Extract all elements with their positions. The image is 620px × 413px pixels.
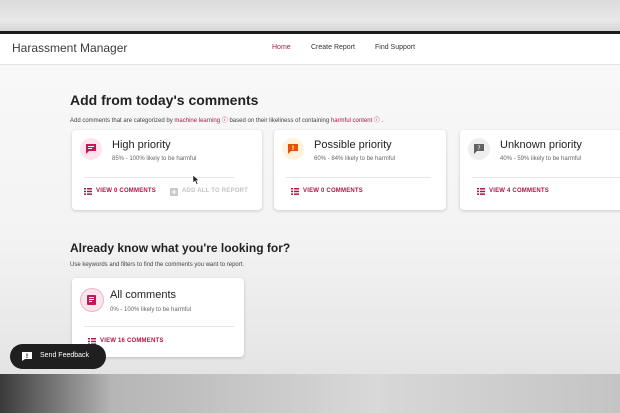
- view-comments-button[interactable]: VIEW 0 COMMENTS: [84, 188, 176, 198]
- list-icon: [84, 188, 92, 195]
- card-subtitle: 40% - 59% likely to be harmful: [500, 156, 582, 162]
- info-icon[interactable]: ⓘ: [222, 118, 228, 124]
- card-title: All comments: [110, 289, 177, 301]
- view-comments-button[interactable]: VIEW 4 COMMENTS: [477, 188, 569, 198]
- card-subtitle: 85% - 100% likely to be harmful: [112, 156, 197, 162]
- section-title-todays-comments: Add from today's comments: [70, 92, 259, 108]
- app-screen: Harassment Manager Home Create Report Fi…: [0, 34, 620, 374]
- card-title: High priority: [112, 139, 171, 151]
- view-comments-label: VIEW 0 COMMENTS: [96, 188, 157, 194]
- app-title: Harassment Manager: [12, 41, 128, 55]
- section-description-search: Use keywords and filters to find the com…: [70, 262, 245, 268]
- desc-text-mid: based on their likeliness of containing: [229, 118, 330, 124]
- list-icon: [477, 188, 485, 195]
- desc-text-suffix: .: [381, 118, 384, 124]
- section-description: Add comments that are categorized by mac…: [70, 115, 383, 124]
- card-divider: [84, 177, 234, 178]
- comment-question-icon: ?: [468, 138, 490, 160]
- list-icon: [291, 188, 299, 195]
- add-to-report-icon: [170, 188, 178, 196]
- top-bezel: [0, 0, 620, 34]
- view-comments-label: VIEW 4 COMMENTS: [489, 188, 550, 194]
- card-high-priority: High priority 85% - 100% likely to be ha…: [72, 130, 262, 210]
- add-all-to-report-button[interactable]: ADD ALL TO REPORT: [170, 188, 260, 198]
- card-title: Unknown priority: [500, 139, 582, 151]
- card-possible-priority: Possible priority 60% - 84% likely to be…: [274, 130, 446, 210]
- view-comments-button[interactable]: VIEW 0 COMMENTS: [291, 188, 383, 198]
- comment-alert-icon: [80, 138, 102, 160]
- add-all-label: ADD ALL TO REPORT: [182, 188, 248, 194]
- nav-find-support[interactable]: Find Support: [375, 44, 415, 51]
- info-icon[interactable]: ⓘ: [374, 118, 380, 124]
- card-divider: [286, 177, 431, 178]
- mouse-cursor-icon: [193, 175, 200, 185]
- desc-text-prefix: Add comments that are categorized by: [70, 118, 173, 124]
- view-comments-label: VIEW 0 COMMENTS: [303, 188, 364, 194]
- feedback-icon: [22, 352, 32, 361]
- harmful-content-link[interactable]: harmful content: [331, 118, 372, 124]
- card-title: Possible priority: [314, 139, 392, 151]
- section-title-search: Already know what you're looking for?: [70, 241, 291, 255]
- send-feedback-label: Send Feedback: [40, 352, 90, 359]
- nav-create-report[interactable]: Create Report: [311, 44, 355, 51]
- send-feedback-button[interactable]: Send Feedback: [10, 344, 106, 369]
- card-unknown-priority: ? Unknown priority 40% - 59% likely to b…: [460, 130, 620, 210]
- top-navigation-bar: Harassment Manager Home Create Report Fi…: [0, 34, 620, 65]
- comment-warning-icon: [282, 138, 304, 160]
- card-subtitle: 0% - 100% likely to be harmful: [110, 307, 192, 313]
- view-all-comments-label: VIEW 16 COMMENTS: [100, 338, 164, 344]
- card-divider: [84, 326, 234, 327]
- card-divider: [472, 177, 620, 178]
- all-comments-icon: [80, 288, 104, 312]
- machine-learning-link[interactable]: machine learning: [174, 118, 220, 124]
- svg-text:?: ?: [477, 145, 480, 152]
- card-subtitle: 60% - 84% likely to be harmful: [314, 156, 396, 162]
- nav-home[interactable]: Home: [272, 44, 291, 51]
- bottom-bezel: [0, 374, 620, 413]
